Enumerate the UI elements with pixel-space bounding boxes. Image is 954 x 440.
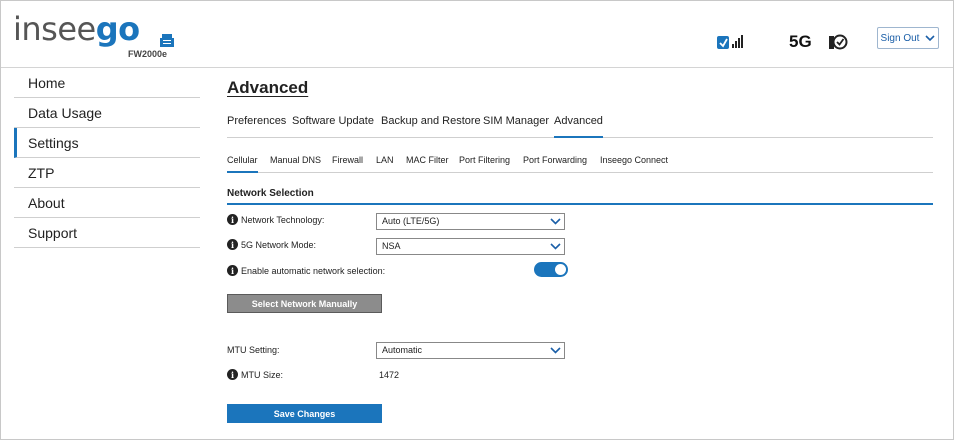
field-label: 5G Network Mode: <box>241 239 317 250</box>
section-divider <box>227 203 933 205</box>
settings-tabs: Preferences Software Update Backup and R… <box>227 115 933 138</box>
subtab-inseego-connect[interactable]: Inseego Connect <box>600 155 668 171</box>
subtab-manual-dns[interactable]: Manual DNS <box>270 155 321 171</box>
sidebar-item-support[interactable]: Support <box>14 218 200 248</box>
info-icon[interactable]: i <box>227 239 238 250</box>
subtab-firewall[interactable]: Firewall <box>332 155 363 171</box>
inseego-logo: inseego <box>13 9 140 49</box>
chevron-down-icon <box>550 218 561 225</box>
sidebar-item-label: Settings <box>28 135 79 151</box>
subtab-port-forwarding[interactable]: Port Forwarding <box>523 155 587 171</box>
auto-selection-toggle[interactable] <box>534 262 568 277</box>
sidebar-item-label: About <box>28 195 65 211</box>
save-changes-button[interactable]: Save Changes <box>227 404 382 423</box>
tab-backup-restore[interactable]: Backup and Restore <box>381 115 481 136</box>
select-value: Automatic <box>382 345 423 355</box>
chevron-down-icon <box>925 34 936 41</box>
app-frame: inseego FW2000e 5G Sign Out Home Data Us… <box>0 0 954 440</box>
sidebar-item-label: ZTP <box>28 165 55 181</box>
logo-accent-text: go <box>95 10 140 48</box>
sidebar-item-settings[interactable]: Settings <box>14 128 200 158</box>
auto-selection-label: i Enable automatic network selection: <box>227 265 385 276</box>
mtu-size-value: 1472 <box>379 370 400 380</box>
chevron-down-icon <box>550 243 561 250</box>
sidebar-item-label: Home <box>28 75 66 91</box>
sidebar-nav: Home Data Usage Settings ZTP About Suppo… <box>14 68 200 248</box>
mtu-size-label: i MTU Size: <box>227 369 283 380</box>
subtab-lan[interactable]: LAN <box>376 155 394 171</box>
device-model: FW2000e <box>128 49 168 59</box>
chevron-down-icon <box>550 347 561 354</box>
info-icon[interactable]: i <box>227 369 238 380</box>
field-label: Enable automatic network selection: <box>241 265 386 276</box>
select-value: NSA <box>382 241 401 251</box>
sidebar-item-ztp[interactable]: ZTP <box>14 158 200 188</box>
signal-strength-icon <box>717 35 743 49</box>
battery-icon <box>829 34 848 50</box>
section-title: Network Selection <box>227 188 314 199</box>
sidebar-item-label: Support <box>28 225 78 241</box>
router-icon <box>160 34 174 47</box>
info-icon[interactable]: i <box>227 214 238 225</box>
tab-software-update[interactable]: Software Update <box>292 115 374 136</box>
sidebar-item-home[interactable]: Home <box>14 68 200 98</box>
field-label: MTU Setting: <box>227 345 280 355</box>
field-label: MTU Size: <box>241 369 284 380</box>
mtu-setting-label: MTU Setting: <box>227 345 280 355</box>
sidebar-item-label: Data Usage <box>28 105 102 121</box>
tab-advanced[interactable]: Advanced <box>554 115 603 138</box>
page-title: Advanced <box>227 78 309 97</box>
mtu-setting-select[interactable]: Automatic <box>376 342 565 359</box>
sign-out-label: Sign Out <box>880 32 920 44</box>
subtab-cellular[interactable]: Cellular <box>227 155 258 173</box>
subtab-port-filtering[interactable]: Port Filtering <box>459 155 510 171</box>
sign-out-button[interactable]: Sign Out <box>877 27 939 49</box>
network-mode-label: i 5G Network Mode: <box>227 239 316 250</box>
sidebar-item-data-usage[interactable]: Data Usage <box>14 98 200 128</box>
tab-sim-manager[interactable]: SIM Manager <box>483 115 549 136</box>
logo-text: insee <box>13 10 96 48</box>
network-technology-select[interactable]: Auto (LTE/5G) <box>376 213 565 230</box>
subtab-mac-filter[interactable]: MAC Filter <box>406 155 449 171</box>
select-value: Auto (LTE/5G) <box>382 216 440 226</box>
tab-preferences[interactable]: Preferences <box>227 115 286 136</box>
header: inseego FW2000e 5G Sign Out <box>1 1 953 68</box>
sidebar-item-about[interactable]: About <box>14 188 200 218</box>
advanced-subtabs: Cellular Manual DNS Firewall LAN MAC Fil… <box>227 155 933 173</box>
select-network-manually-button[interactable]: Select Network Manually <box>227 294 382 313</box>
network-technology-label: i Network Technology: <box>227 214 324 225</box>
info-icon[interactable]: i <box>227 265 238 276</box>
toggle-knob <box>555 264 566 275</box>
network-type-indicator: 5G <box>789 32 812 51</box>
network-mode-select[interactable]: NSA <box>376 238 565 255</box>
field-label: Network Technology: <box>241 214 325 225</box>
